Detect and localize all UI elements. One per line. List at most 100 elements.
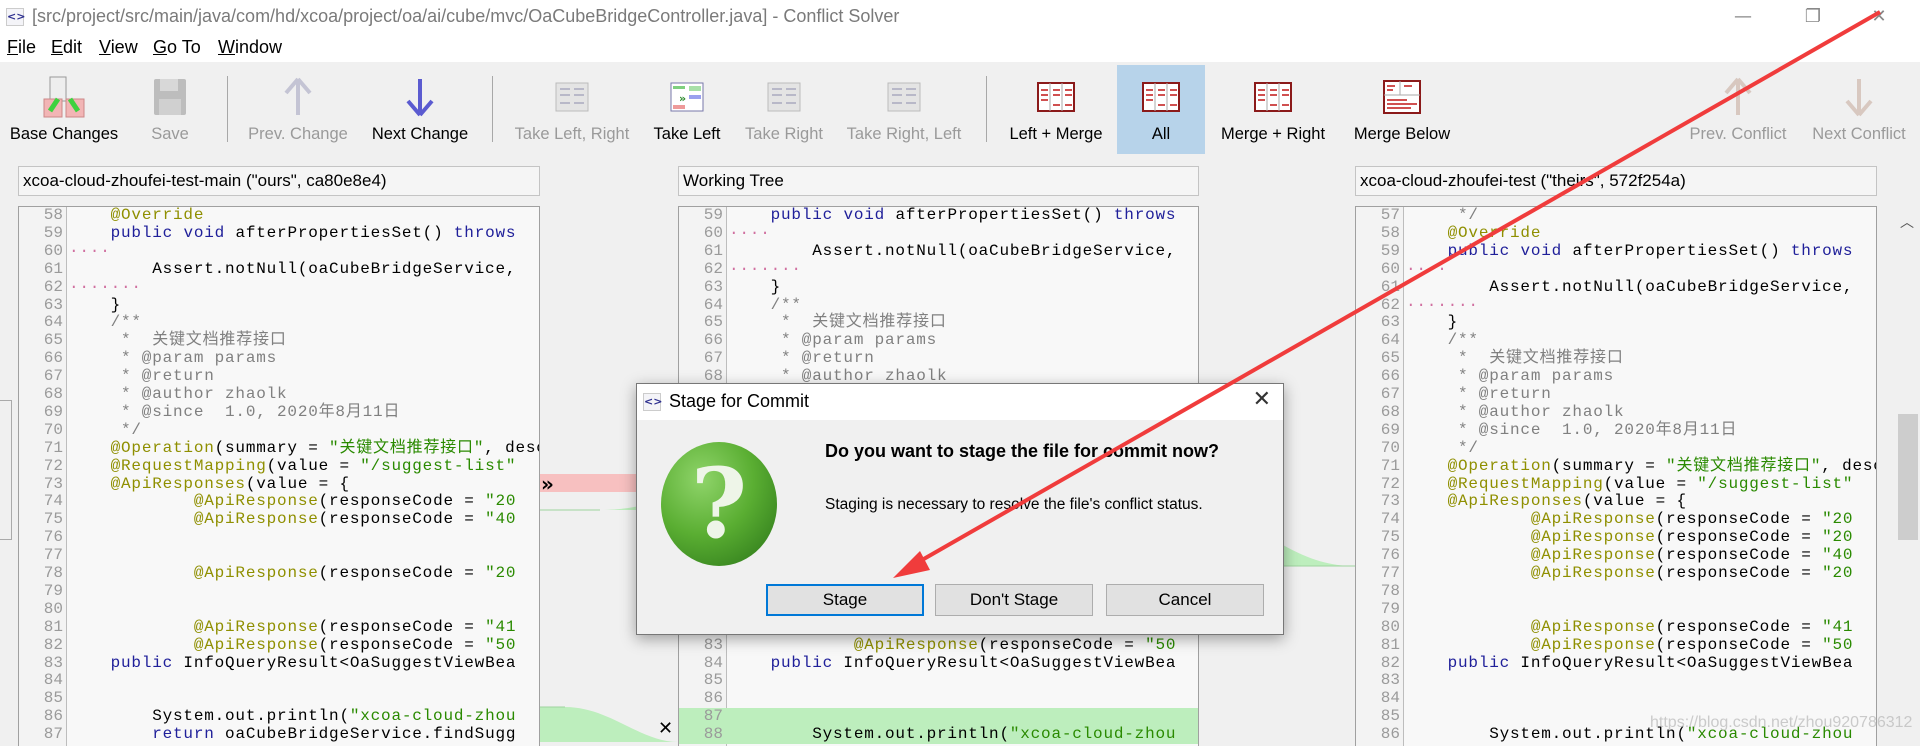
dialog-heading: Do you want to stage the file for commit… <box>825 441 1220 461</box>
stage-for-commit-dialog: <> Stage for Commit ✕ ? Do you want to s… <box>636 383 1284 635</box>
code-line: 80 @ApiResponse(responseCode = "41 <box>1356 617 1876 637</box>
line-number: 82 <box>1380 653 1400 672</box>
code-line: 71 @Operation(summary = "关键文档推荐接口", desc <box>1356 456 1876 476</box>
scroll-up-icon[interactable]: ︿ <box>1900 212 1914 232</box>
code-line: 66 * @param params <box>19 349 539 368</box>
line-text: /** <box>729 295 802 314</box>
line-number: 74 <box>1380 510 1400 529</box>
stage-button[interactable]: Stage <box>766 584 924 616</box>
ours-code-pane[interactable]: 58 @Override 59 public void afterProperti… <box>18 206 540 746</box>
code-line: 59 public void afterPropertiesSet() thro… <box>1356 242 1876 261</box>
line-number: 81 <box>1380 635 1400 654</box>
line-text: return oaCubeBridgeService.findSugg <box>152 725 517 744</box>
line-text: @RequestMapping(value = "/suggest-list" <box>1447 474 1854 493</box>
dont-stage-button[interactable]: Don't Stage <box>935 584 1093 616</box>
line-text: public InfoQueryResult<OaSuggestViewBea <box>1447 653 1854 672</box>
line-number: 77 <box>43 546 63 565</box>
line-text: * @since 1.0, 2020年8月11日 <box>69 402 401 421</box>
line-number: 71 <box>43 438 63 457</box>
line-number: 78 <box>43 564 63 582</box>
addition-band <box>1283 545 1355 566</box>
code-line: 82 @ApiResponse(responseCode = "50 <box>19 635 539 655</box>
code-line: 59 public void afterPropertiesSet() thro… <box>679 207 1198 225</box>
code-line: 64 /** <box>679 295 1198 315</box>
take-left-marker-icon[interactable]: » <box>541 472 554 496</box>
code-line: 60 ···· <box>1356 260 1876 279</box>
code-line: 81 @ApiResponse(responseCode = "41 <box>19 618 539 637</box>
code-line: 78 <box>1356 582 1876 601</box>
scrollbar-thumb[interactable] <box>1898 414 1918 540</box>
line-number: 69 <box>1380 420 1400 439</box>
line-text: System.out.println("xcoa-cloud-zhou <box>69 707 517 726</box>
code-line: 66 * @param params <box>1356 367 1876 386</box>
line-text: * @return <box>1406 385 1552 403</box>
line-number: 80 <box>1380 617 1400 636</box>
line-number: 76 <box>1380 546 1400 565</box>
code-line: 85 <box>19 689 539 708</box>
line-text: @ApiResponse(responseCode = "50 <box>193 635 517 654</box>
line-number: 62 <box>703 259 723 278</box>
line-number: 67 <box>1380 385 1400 403</box>
code-line: 84 <box>19 671 539 690</box>
code-line: 70 */ <box>19 420 539 440</box>
overview-ruler[interactable] <box>0 400 12 540</box>
code-line: 80 <box>19 599 539 619</box>
cancel-button[interactable]: Cancel <box>1106 584 1264 616</box>
code-line: 66 * @param params <box>679 331 1198 350</box>
line-text: @ApiResponse(responseCode = "20 <box>193 564 517 582</box>
line-text: /** <box>1406 331 1479 350</box>
line-text: * @param params <box>69 349 278 368</box>
line-text: System.out.println("xcoa-cloud-zhou <box>729 725 1177 744</box>
line-text: public InfoQueryResult<OaSuggestViewBea <box>770 653 1177 672</box>
line-number: 65 <box>43 331 63 350</box>
line-text: * 关键文档推荐接口 <box>1406 349 1624 368</box>
code-line: 84 <box>1356 689 1876 708</box>
line-number: 75 <box>1380 528 1400 547</box>
line-number: 65 <box>1380 349 1400 368</box>
line-number: 80 <box>43 599 63 618</box>
code-line: 63 } <box>679 278 1198 297</box>
line-number: 70 <box>1380 438 1400 457</box>
line-text: @ApiResponse(responseCode = "41 <box>1530 617 1854 636</box>
line-text: @ApiResponse(responseCode = "40 <box>1530 546 1854 565</box>
discard-change-icon[interactable]: ✕ <box>658 718 673 739</box>
line-number: 88 <box>703 725 723 744</box>
dialog-close-button[interactable]: ✕ <box>1253 387 1271 412</box>
line-text: */ <box>1406 438 1479 457</box>
code-line: 72 @RequestMapping(value = "/suggest-lis… <box>1356 474 1876 494</box>
line-number: 58 <box>1380 223 1400 242</box>
line-text: ······· <box>729 259 802 278</box>
line-text: @ApiResponse(responseCode = "20 <box>193 492 517 511</box>
line-text: @ApiResponse(responseCode = "50 <box>853 635 1177 654</box>
code-line: 74 @ApiResponse(responseCode = "20 <box>19 492 539 511</box>
line-number: 66 <box>43 349 63 368</box>
code-line: 71 @Operation(summary = "关键文档推荐接口", desc <box>19 438 539 458</box>
code-line: 62 ······· <box>19 277 539 297</box>
theirs-code-pane[interactable]: 57 */58 @Override 59 public void afterPro… <box>1355 206 1877 746</box>
line-number: 63 <box>1380 313 1400 332</box>
code-line: 61 Assert.notNull(oaCubeBridgeService, <box>19 260 539 279</box>
code-line: 58 @Override <box>1356 223 1876 243</box>
line-text: */ <box>69 420 142 439</box>
line-text: @Operation(summary = "关键文档推荐接口", desc <box>1447 456 1876 475</box>
line-number: 61 <box>703 241 723 260</box>
line-number: 73 <box>1380 492 1400 511</box>
line-number: 87 <box>43 725 63 744</box>
code-line: 65 * 关键文档推荐接口 <box>19 331 539 350</box>
line-number: 68 <box>43 385 63 403</box>
dialog-title: Stage for Commit <box>669 391 810 411</box>
line-number: 86 <box>703 689 723 708</box>
line-text: public void afterPropertiesSet() throws <box>770 206 1177 224</box>
line-text: @ApiResponses(value = { <box>1447 492 1687 511</box>
dialog-message: Staging is necessary to resolve the file… <box>825 496 1203 513</box>
line-number: 60 <box>43 241 63 260</box>
line-number: 83 <box>1380 671 1400 690</box>
line-text: Assert.notNull(oaCubeBridgeService, <box>1406 277 1854 296</box>
code-line: 58 @Override <box>19 207 539 225</box>
line-text: ······· <box>69 277 142 296</box>
code-line: 87 return oaCubeBridgeService.findSugg <box>19 725 539 744</box>
svg-text:?: ? <box>691 447 747 560</box>
line-text: /** <box>69 313 142 332</box>
line-number: 60 <box>703 223 723 242</box>
vertical-scrollbar[interactable]: ︿ <box>1896 206 1920 742</box>
